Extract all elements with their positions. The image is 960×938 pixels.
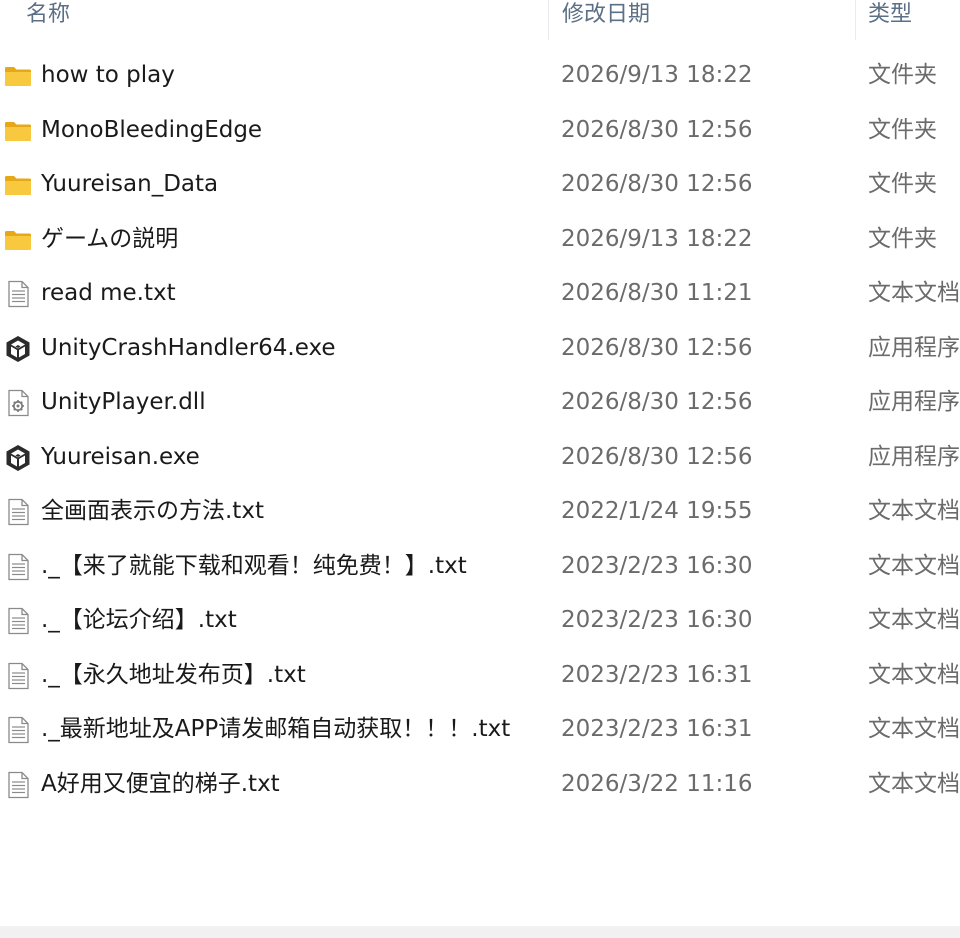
file-modified-date: 2023/2/23 16:30	[561, 607, 753, 633]
unity-app-icon	[3, 443, 33, 473]
file-modified-date: 2026/9/13 18:22	[561, 62, 753, 88]
text-file-icon	[3, 552, 33, 582]
file-modified-date: 2026/8/30 12:56	[561, 334, 753, 361]
file-name: UnityCrashHandler64.exe	[41, 334, 336, 361]
file-modified-date: 2023/2/23 16:30	[561, 552, 753, 579]
file-row[interactable]: Yuureisan.exe 2026/8/30 12:56 应用程序	[0, 430, 960, 485]
file-type: 应用程序	[868, 334, 960, 361]
horizontal-scrollbar[interactable]	[0, 926, 960, 938]
file-type: 文本文档	[868, 716, 960, 742]
column-divider[interactable]	[548, 0, 549, 40]
file-name: A好用又便宜的梯子.txt	[41, 770, 280, 797]
file-name: ゲームの説明	[41, 225, 179, 252]
file-type: 文件夹	[868, 62, 937, 88]
file-name: ._【论坛介绍】.txt	[41, 607, 237, 633]
file-row[interactable]: ._最新地址及APP请发邮箱自动获取！！！.txt 2023/2/23 16:31…	[0, 702, 960, 757]
dll-file-icon	[3, 388, 33, 418]
file-name: Yuureisan_Data	[41, 171, 219, 197]
file-type: 应用程序	[868, 443, 960, 470]
text-file-icon	[3, 661, 33, 691]
folder-icon	[3, 116, 33, 146]
file-type: 文本文档	[868, 661, 960, 688]
file-type: 文本文档	[868, 607, 960, 633]
text-file-icon	[3, 715, 33, 745]
file-explorer-list: 名称 修改日期 类型 how to play 2026/9/13 18:22 文件夹…	[0, 0, 960, 938]
column-header-type[interactable]: 类型	[868, 0, 960, 34]
file-name: Yuureisan.exe	[41, 443, 200, 470]
file-type: 文本文档	[868, 498, 960, 524]
file-type: 文件夹	[868, 171, 937, 197]
text-file-icon	[3, 606, 33, 636]
file-modified-date: 2026/8/30 12:56	[561, 116, 753, 143]
file-name: ._最新地址及APP请发邮箱自动获取！！！.txt	[41, 716, 511, 742]
file-name: MonoBleedingEdge	[41, 116, 263, 143]
file-type: 文本文档	[868, 280, 960, 306]
file-row[interactable]: ._【论坛介绍】.txt 2023/2/23 16:30 文本文档	[0, 593, 960, 648]
file-modified-date: 2026/3/22 11:16	[561, 770, 753, 797]
file-modified-date: 2026/9/13 18:22	[561, 225, 753, 252]
file-modified-date: 2023/2/23 16:31	[561, 716, 753, 742]
folder-icon	[3, 61, 33, 91]
file-name: read me.txt	[41, 280, 176, 306]
column-header-bar: 名称 修改日期 类型	[0, 0, 960, 40]
file-row[interactable]: read me.txt 2026/8/30 11:21 文本文档	[0, 266, 960, 321]
file-type: 文本文档	[868, 552, 960, 579]
folder-icon	[3, 170, 33, 200]
file-row[interactable]: UnityPlayer.dll 2026/8/30 12:56 应用程序	[0, 375, 960, 430]
file-row[interactable]: ゲームの説明 2026/9/13 18:22 文件夹	[0, 212, 960, 267]
file-name: 全画面表示の方法.txt	[41, 498, 264, 524]
file-modified-date: 2026/8/30 12:56	[561, 171, 753, 197]
file-row[interactable]: UnityCrashHandler64.exe 2026/8/30 12:56 应用…	[0, 321, 960, 376]
file-modified-date: 2022/1/24 19:55	[561, 498, 753, 524]
file-row[interactable]: ._【来了就能下载和观看！纯免费！】.txt 2023/2/23 16:30 文本文…	[0, 539, 960, 594]
column-header-date[interactable]: 修改日期	[562, 0, 852, 34]
file-name: UnityPlayer.dll	[41, 389, 206, 415]
file-row[interactable]: how to play 2026/9/13 18:22 文件夹	[0, 48, 960, 103]
text-file-icon	[3, 279, 33, 309]
file-row[interactable]: MonoBleedingEdge 2026/8/30 12:56 文件夹	[0, 103, 960, 158]
folder-icon	[3, 225, 33, 255]
column-header-name[interactable]: 名称	[26, 0, 546, 34]
file-row[interactable]: A好用又便宜的梯子.txt 2026/3/22 11:16 文本文档	[0, 757, 960, 812]
file-type: 文本文档	[868, 770, 960, 797]
file-name: how to play	[41, 62, 175, 88]
file-row[interactable]: 全画面表示の方法.txt 2022/1/24 19:55 文本文档	[0, 484, 960, 539]
file-modified-date: 2023/2/23 16:31	[561, 661, 753, 688]
column-divider[interactable]	[855, 0, 856, 40]
file-modified-date: 2026/8/30 11:21	[561, 280, 753, 306]
file-type: 文件夹	[868, 116, 937, 143]
file-row[interactable]: Yuureisan_Data 2026/8/30 12:56 文件夹	[0, 157, 960, 212]
file-row[interactable]: ._【永久地址发布页】.txt 2023/2/23 16:31 文本文档	[0, 648, 960, 703]
text-file-icon	[3, 497, 33, 527]
text-file-icon	[3, 770, 33, 800]
file-name: ._【来了就能下载和观看！纯免费！】.txt	[41, 552, 467, 579]
file-modified-date: 2026/8/30 12:56	[561, 443, 753, 470]
file-type: 文件夹	[868, 225, 937, 252]
file-name: ._【永久地址发布页】.txt	[41, 661, 306, 688]
file-modified-date: 2026/8/30 12:56	[561, 389, 753, 415]
unity-app-icon	[3, 334, 33, 364]
file-list: how to play 2026/9/13 18:22 文件夹 MonoBleedin…	[0, 48, 960, 811]
file-type: 应用程序	[868, 389, 960, 415]
